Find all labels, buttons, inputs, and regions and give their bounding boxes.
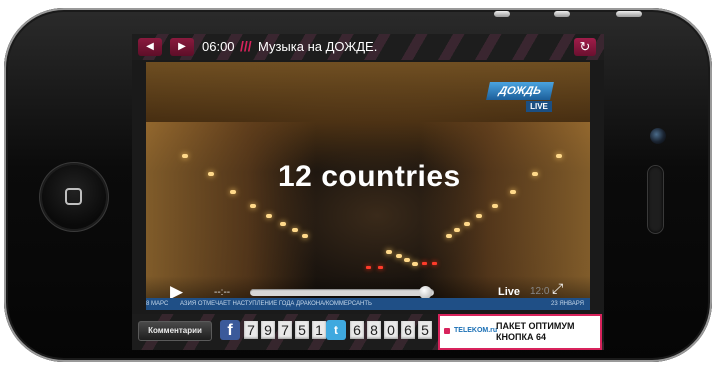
stream-time: 12:0 <box>530 286 550 297</box>
ad-line-2: КНОПКА 64 <box>496 332 546 342</box>
comments-button[interactable]: Комментарии <box>138 321 212 341</box>
channel-logo-text: ДОЖДЬ <box>486 82 554 100</box>
facebook-icon[interactable]: f <box>220 320 240 340</box>
program-title: Музыка на ДОЖДЕ. <box>258 39 378 54</box>
refresh-button[interactable]: ↻ <box>574 38 596 56</box>
car-taillight <box>432 262 437 265</box>
app-screen: ◀ ▶ 06:00 /// Музыка на ДОЖДЕ. ↻ ДОЖДЬ L… <box>132 34 604 350</box>
program-time: 06:00 <box>202 39 235 54</box>
channel-logo: ДОЖДЬ LIVE <box>486 82 554 114</box>
advertiser-logo: TELEKOM.ru <box>444 325 498 337</box>
tunnel-light <box>454 228 460 232</box>
tunnel-light <box>230 190 236 194</box>
home-square-icon <box>65 188 82 205</box>
tunnel-light <box>556 154 562 158</box>
home-button[interactable] <box>42 165 106 229</box>
bottom-bar: Комментарии f 7 9 7 5 1 t 6 8 0 6 5 TELE… <box>132 314 604 350</box>
tunnel-light <box>266 214 272 218</box>
volume-button[interactable] <box>494 11 510 17</box>
progress-track[interactable] <box>250 289 434 296</box>
tunnel-light <box>250 204 256 208</box>
speaker-grille <box>648 166 663 233</box>
tunnel-light <box>464 222 470 226</box>
tunnel-light <box>396 254 402 258</box>
tunnel-light <box>532 172 538 176</box>
advertiser-logo-text: TELEKOM.ru <box>454 327 498 334</box>
counter-digit: 1 <box>312 321 326 339</box>
counter-digit: 5 <box>295 321 309 339</box>
tunnel-light <box>446 234 452 238</box>
next-button[interactable]: ▶ <box>170 38 194 56</box>
car-taillight <box>366 266 371 269</box>
volume-button-2[interactable] <box>554 11 570 17</box>
current-time: --:-- <box>214 287 231 298</box>
facebook-counter: 7 9 7 5 1 <box>244 321 326 339</box>
twitter-icon[interactable]: t <box>326 320 346 340</box>
tunnel-light <box>404 258 410 262</box>
car-taillight <box>422 262 427 265</box>
channel-live-badge: LIVE <box>526 101 552 112</box>
ticker-item: 23 ЯНВАРЯ <box>550 301 584 307</box>
ad-text: ПАКЕТ ОПТИМУМ КНОПКА 64 <box>496 321 575 343</box>
live-label: Live <box>498 286 521 298</box>
ticker-item: 8 МАРС <box>146 301 169 307</box>
camera-lens <box>650 128 666 144</box>
top-bar: ◀ ▶ 06:00 /// Музыка на ДОЖДЕ. ↻ <box>132 34 604 60</box>
prev-button[interactable]: ◀ <box>138 38 162 56</box>
fullscreen-icon[interactable]: ⤢ <box>552 280 563 297</box>
slash-decoration: /// <box>240 38 252 54</box>
car-taillight <box>378 266 383 269</box>
counter-digit: 8 <box>367 321 381 339</box>
ad-line-1: ПАКЕТ ОПТИМУМ <box>496 321 575 331</box>
news-ticker: 8 МАРС АЗИЯ ОТМЕЧАЕТ НАСТУПЛЕНИЕ ГОДА ДР… <box>146 298 590 310</box>
power-button[interactable] <box>616 11 642 17</box>
tunnel-light <box>302 234 308 238</box>
tunnel-light <box>292 228 298 232</box>
ad-banner[interactable]: TELEKOM.ru ПАКЕТ ОПТИМУМ КНОПКА 64 <box>438 314 602 350</box>
counter-digit: 9 <box>261 321 275 339</box>
tunnel-light <box>510 190 516 194</box>
video-player[interactable]: ДОЖДЬ LIVE 12 countries ▶ --:-- Live 12:… <box>146 62 590 310</box>
tunnel-light <box>412 262 418 266</box>
video-overlay-caption: 12 countries <box>278 160 461 193</box>
counter-digit: 5 <box>418 321 432 339</box>
counter-digit: 0 <box>384 321 398 339</box>
tunnel-light <box>280 222 286 226</box>
counter-digit: 6 <box>401 321 415 339</box>
counter-digit: 6 <box>350 321 364 339</box>
counter-digit: 7 <box>278 321 292 339</box>
twitter-counter: 6 8 0 6 5 <box>350 321 432 339</box>
ticker-item: АЗИЯ ОТМЕЧАЕТ НАСТУПЛЕНИЕ ГОДА ДРАКОНА/К… <box>179 301 372 307</box>
tunnel-light <box>208 172 214 176</box>
tunnel-light <box>476 214 482 218</box>
tunnel-light <box>492 204 498 208</box>
counter-digit: 7 <box>244 321 258 339</box>
tunnel-light <box>182 154 188 158</box>
tunnel-light <box>386 250 392 254</box>
